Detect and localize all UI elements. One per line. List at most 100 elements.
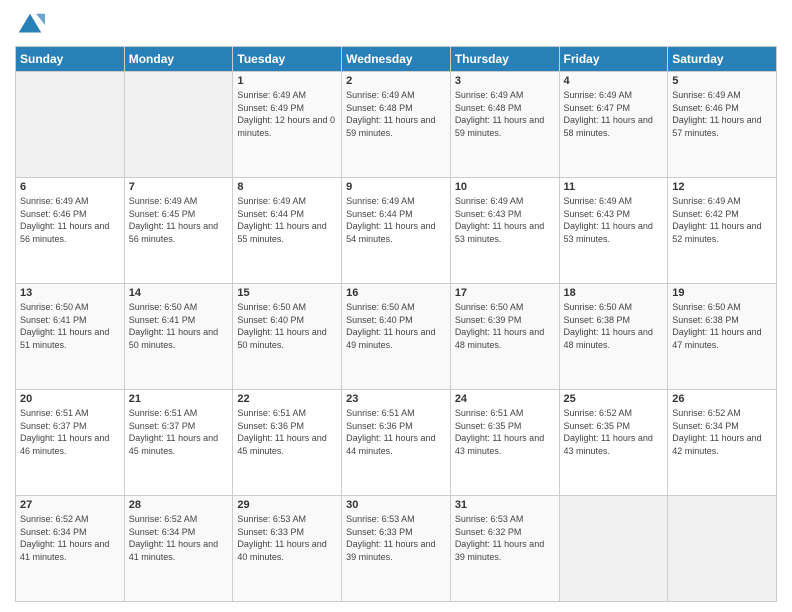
calendar-cell: 24 Sunrise: 6:51 AMSunset: 6:35 PMDayligh…: [450, 390, 559, 496]
calendar-cell: 23 Sunrise: 6:51 AMSunset: 6:36 PMDayligh…: [342, 390, 451, 496]
day-info: Sunrise: 6:49 AMSunset: 6:43 PMDaylight:…: [455, 195, 555, 245]
calendar-cell: 31 Sunrise: 6:53 AMSunset: 6:32 PMDayligh…: [450, 496, 559, 602]
calendar-cell: 5Sunrise: 6:49 AMSunset: 6:46 PMDaylight…: [668, 72, 777, 178]
day-number: 4: [564, 75, 664, 87]
calendar-cell: [668, 496, 777, 602]
calendar-cell: 27 Sunrise: 6:52 AMSunset: 6:34 PMDayligh…: [16, 496, 125, 602]
day-number: 30: [346, 499, 446, 511]
day-number: 29: [237, 499, 337, 511]
day-number: 18: [564, 287, 664, 299]
calendar-cell: 1Sunrise: 6:49 AMSunset: 6:49 PMDaylight…: [233, 72, 342, 178]
calendar-body: 1Sunrise: 6:49 AMSunset: 6:49 PMDaylight…: [16, 72, 777, 602]
calendar-week-3: 13 Sunrise: 6:50 AMSunset: 6:41 PMDayligh…: [16, 284, 777, 390]
weekday-header-tuesday: Tuesday: [233, 47, 342, 72]
day-info: Sunrise: 6:49 AMSunset: 6:44 PMDaylight:…: [346, 195, 446, 245]
day-info: Sunrise: 6:50 AMSunset: 6:39 PMDaylight:…: [455, 301, 555, 351]
day-number: 21: [129, 393, 229, 405]
day-number: 17: [455, 287, 555, 299]
weekday-header-monday: Monday: [124, 47, 233, 72]
day-number: 7: [129, 181, 229, 193]
day-number: 6: [20, 181, 120, 193]
calendar-cell: 17 Sunrise: 6:50 AMSunset: 6:39 PMDayligh…: [450, 284, 559, 390]
day-info: Sunrise: 6:49 AMSunset: 6:47 PMDaylight:…: [564, 89, 664, 139]
day-info: Sunrise: 6:52 AMSunset: 6:35 PMDaylight:…: [564, 407, 664, 457]
calendar-cell: 19 Sunrise: 6:50 AMSunset: 6:38 PMDayligh…: [668, 284, 777, 390]
day-info: Sunrise: 6:51 AMSunset: 6:36 PMDaylight:…: [346, 407, 446, 457]
day-info: Sunrise: 6:49 AMSunset: 6:42 PMDaylight:…: [672, 195, 772, 245]
day-number: 22: [237, 393, 337, 405]
day-info: Sunrise: 6:53 AMSunset: 6:33 PMDaylight:…: [346, 513, 446, 563]
calendar-week-5: 27 Sunrise: 6:52 AMSunset: 6:34 PMDayligh…: [16, 496, 777, 602]
day-info: Sunrise: 6:50 AMSunset: 6:38 PMDaylight:…: [564, 301, 664, 351]
day-number: 8: [237, 181, 337, 193]
day-info: Sunrise: 6:49 AMSunset: 6:48 PMDaylight:…: [346, 89, 446, 139]
logo: [15, 10, 49, 40]
day-info: Sunrise: 6:50 AMSunset: 6:40 PMDaylight:…: [237, 301, 337, 351]
day-number: 27: [20, 499, 120, 511]
weekday-header-friday: Friday: [559, 47, 668, 72]
day-info: Sunrise: 6:49 AMSunset: 6:46 PMDaylight:…: [672, 89, 772, 139]
calendar-cell: [16, 72, 125, 178]
day-number: 20: [20, 393, 120, 405]
calendar-cell: [124, 72, 233, 178]
day-number: 11: [564, 181, 664, 193]
day-info: Sunrise: 6:49 AMSunset: 6:45 PMDaylight:…: [129, 195, 229, 245]
calendar-cell: 25 Sunrise: 6:52 AMSunset: 6:35 PMDayligh…: [559, 390, 668, 496]
day-number: 1: [237, 75, 337, 87]
day-info: Sunrise: 6:52 AMSunset: 6:34 PMDaylight:…: [20, 513, 120, 563]
day-number: 26: [672, 393, 772, 405]
calendar-cell: 12 Sunrise: 6:49 AMSunset: 6:42 PMDayligh…: [668, 178, 777, 284]
day-info: Sunrise: 6:52 AMSunset: 6:34 PMDaylight:…: [672, 407, 772, 457]
calendar-cell: 8Sunrise: 6:49 AMSunset: 6:44 PMDaylight…: [233, 178, 342, 284]
weekday-header-thursday: Thursday: [450, 47, 559, 72]
calendar-table: SundayMondayTuesdayWednesdayThursdayFrid…: [15, 46, 777, 602]
calendar-cell: 7 Sunrise: 6:49 AMSunset: 6:45 PMDaylight…: [124, 178, 233, 284]
weekday-header-sunday: Sunday: [16, 47, 125, 72]
day-number: 13: [20, 287, 120, 299]
calendar-cell: 16Sunrise: 6:50 AMSunset: 6:40 PMDayligh…: [342, 284, 451, 390]
header: [15, 10, 777, 40]
day-number: 12: [672, 181, 772, 193]
calendar-week-1: 1Sunrise: 6:49 AMSunset: 6:49 PMDaylight…: [16, 72, 777, 178]
day-number: 23: [346, 393, 446, 405]
calendar-cell: 4 Sunrise: 6:49 AMSunset: 6:47 PMDaylight…: [559, 72, 668, 178]
calendar-cell: 22 Sunrise: 6:51 AMSunset: 6:36 PMDayligh…: [233, 390, 342, 496]
calendar-cell: 21Sunrise: 6:51 AMSunset: 6:37 PMDayligh…: [124, 390, 233, 496]
day-number: 25: [564, 393, 664, 405]
calendar-cell: 29 Sunrise: 6:53 AMSunset: 6:33 PMDayligh…: [233, 496, 342, 602]
day-info: Sunrise: 6:51 AMSunset: 6:35 PMDaylight:…: [455, 407, 555, 457]
day-number: 31: [455, 499, 555, 511]
calendar-week-4: 20 Sunrise: 6:51 AMSunset: 6:37 PMDayligh…: [16, 390, 777, 496]
calendar-week-2: 6Sunrise: 6:49 AMSunset: 6:46 PMDaylight…: [16, 178, 777, 284]
weekday-row: SundayMondayTuesdayWednesdayThursdayFrid…: [16, 47, 777, 72]
calendar-cell: 3Sunrise: 6:49 AMSunset: 6:48 PMDaylight…: [450, 72, 559, 178]
day-number: 2: [346, 75, 446, 87]
day-info: Sunrise: 6:50 AMSunset: 6:38 PMDaylight:…: [672, 301, 772, 351]
day-info: Sunrise: 6:53 AMSunset: 6:33 PMDaylight:…: [237, 513, 337, 563]
day-number: 28: [129, 499, 229, 511]
calendar-cell: 6Sunrise: 6:49 AMSunset: 6:46 PMDaylight…: [16, 178, 125, 284]
calendar-cell: 14Sunrise: 6:50 AMSunset: 6:41 PMDayligh…: [124, 284, 233, 390]
day-number: 10: [455, 181, 555, 193]
day-number: 14: [129, 287, 229, 299]
day-info: Sunrise: 6:53 AMSunset: 6:32 PMDaylight:…: [455, 513, 555, 563]
day-info: Sunrise: 6:51 AMSunset: 6:37 PMDaylight:…: [20, 407, 120, 457]
day-number: 19: [672, 287, 772, 299]
calendar-cell: 26 Sunrise: 6:52 AMSunset: 6:34 PMDayligh…: [668, 390, 777, 496]
weekday-header-saturday: Saturday: [668, 47, 777, 72]
calendar-cell: 15 Sunrise: 6:50 AMSunset: 6:40 PMDayligh…: [233, 284, 342, 390]
calendar-cell: 20 Sunrise: 6:51 AMSunset: 6:37 PMDayligh…: [16, 390, 125, 496]
day-info: Sunrise: 6:51 AMSunset: 6:36 PMDaylight:…: [237, 407, 337, 457]
day-number: 15: [237, 287, 337, 299]
calendar-cell: 11Sunrise: 6:49 AMSunset: 6:43 PMDayligh…: [559, 178, 668, 284]
calendar-cell: [559, 496, 668, 602]
calendar-cell: 28Sunrise: 6:52 AMSunset: 6:34 PMDayligh…: [124, 496, 233, 602]
calendar-cell: 30 Sunrise: 6:53 AMSunset: 6:33 PMDayligh…: [342, 496, 451, 602]
calendar-header: SundayMondayTuesdayWednesdayThursdayFrid…: [16, 47, 777, 72]
weekday-header-wednesday: Wednesday: [342, 47, 451, 72]
calendar-cell: 2 Sunrise: 6:49 AMSunset: 6:48 PMDaylight…: [342, 72, 451, 178]
calendar-cell: 18 Sunrise: 6:50 AMSunset: 6:38 PMDayligh…: [559, 284, 668, 390]
day-info: Sunrise: 6:50 AMSunset: 6:41 PMDaylight:…: [20, 301, 120, 351]
page: SundayMondayTuesdayWednesdayThursdayFrid…: [0, 0, 792, 612]
day-number: 24: [455, 393, 555, 405]
